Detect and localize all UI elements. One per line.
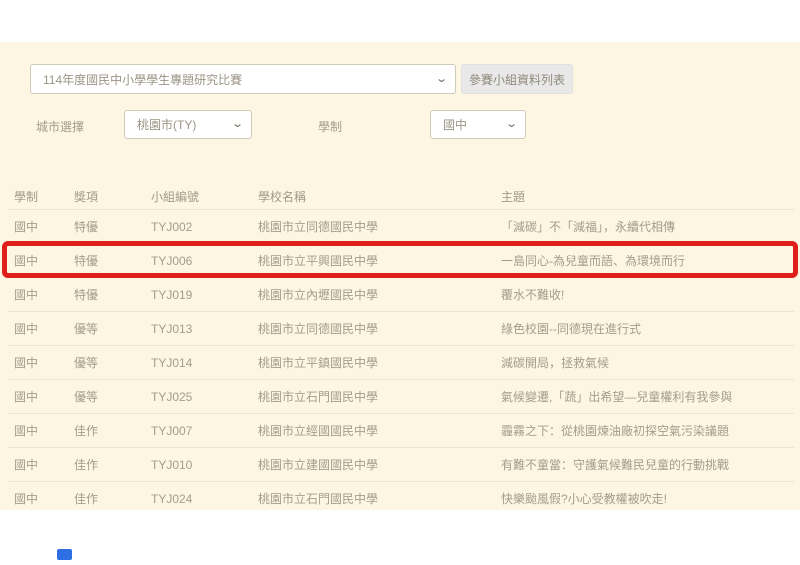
cell-award: 特優	[74, 286, 151, 303]
cell-topic: 減碳開局，拯救氣候	[501, 354, 794, 371]
cell-level: 國中	[8, 422, 74, 439]
column-header-school: 學校名稱	[258, 188, 501, 205]
group-data-list-button[interactable]: 參賽小組資料列表	[461, 64, 573, 94]
cell-level: 國中	[8, 490, 74, 507]
cell-level: 國中	[8, 286, 74, 303]
column-header-group-id: 小組編號	[151, 188, 258, 205]
cell-topic: 一島同心-為兒童而語、為環境而行	[501, 252, 794, 269]
cell-level: 國中	[8, 456, 74, 473]
table-row: 國中 優等 TYJ025 桃園市立石門國民中學 氣候變遷,「蔬」出希望—兒童權利…	[8, 379, 794, 413]
cell-group-id: TYJ002	[151, 220, 258, 234]
cell-group-id: TYJ013	[151, 322, 258, 336]
cell-topic: 霾霧之下：從桃園煉油廠初探空氣污染議題	[501, 422, 794, 439]
cell-school: 桃園市立平鎮國民中學	[258, 354, 501, 371]
level-select-value: 國中	[431, 116, 498, 133]
cell-group-id: TYJ019	[151, 288, 258, 302]
table-row: 國中 特優 TYJ002 桃園市立同德國民中學 「減碳」不「減福」，永續代相傳	[8, 209, 794, 243]
cell-award: 優等	[74, 320, 151, 337]
cell-level: 國中	[8, 320, 74, 337]
cell-topic: 「減碳」不「減福」，永續代相傳	[501, 218, 794, 235]
cell-level: 國中	[8, 388, 74, 405]
cell-award: 佳作	[74, 422, 151, 439]
cell-school: 桃園市立同德國民中學	[258, 218, 501, 235]
cell-topic: 有難不童當：守護氣候難民兒童的行動挑戰	[501, 456, 794, 473]
cell-award: 特優	[74, 252, 151, 269]
cell-award: 優等	[74, 388, 151, 405]
cell-group-id: TYJ010	[151, 458, 258, 472]
chevron-down-icon: ⌄	[218, 119, 256, 130]
city-select-label: 城市選擇	[36, 118, 84, 135]
chevron-down-icon: ⌄	[422, 74, 460, 85]
group-data-list-button-label: 參賽小組資料列表	[469, 71, 565, 88]
cell-school: 桃園市立建國國民中學	[258, 456, 501, 473]
cell-level: 國中	[8, 354, 74, 371]
cell-group-id: TYJ006	[151, 254, 258, 268]
table-header-row: 學制 獎項 小組編號 學校名稱 主題	[8, 183, 794, 209]
cell-school: 桃園市立平興國民中學	[258, 252, 501, 269]
table-row: 國中 優等 TYJ014 桃園市立平鎮國民中學 減碳開局，拯救氣候	[8, 345, 794, 379]
table-row: 國中 特優 TYJ019 桃園市立內壢國民中學 覆水不難收!	[8, 277, 794, 311]
table-row: 國中 優等 TYJ013 桃園市立同德國民中學 綠色校園--同德現在進行式	[8, 311, 794, 345]
competition-select[interactable]: 114年度國民中小學學生專題研究比賽 ⌄	[30, 64, 456, 94]
cell-group-id: TYJ024	[151, 492, 258, 506]
column-header-award: 獎項	[74, 188, 151, 205]
results-panel: 114年度國民中小學學生專題研究比賽 ⌄ 參賽小組資料列表 城市選擇 桃園市(T…	[0, 42, 800, 510]
cell-school: 桃園市立石門國民中學	[258, 490, 501, 507]
column-header-level: 學制	[8, 188, 74, 205]
cell-group-id: TYJ025	[151, 390, 258, 404]
chevron-down-icon: ⌄	[492, 119, 530, 130]
results-table: 學制 獎項 小組編號 學校名稱 主題 國中 特優 TYJ002 桃園市立同德國民…	[8, 183, 794, 515]
table-row: 國中 佳作 TYJ024 桃園市立石門國民中學 快樂颱風假?小心受教權被吹走!	[8, 481, 794, 515]
competition-select-value: 114年度國民中小學學生專題研究比賽	[31, 71, 428, 88]
cell-topic: 覆水不難收!	[501, 286, 794, 303]
cell-topic: 快樂颱風假?小心受教權被吹走!	[501, 490, 794, 507]
cell-topic: 氣候變遷,「蔬」出希望—兒童權利有我參與	[501, 388, 794, 405]
cell-school: 桃園市立內壢國民中學	[258, 286, 501, 303]
cell-topic: 綠色校園--同德現在進行式	[501, 320, 794, 337]
cell-level: 國中	[8, 218, 74, 235]
cell-award: 佳作	[74, 456, 151, 473]
cell-award: 優等	[74, 354, 151, 371]
cell-group-id: TYJ014	[151, 356, 258, 370]
level-select[interactable]: 國中 ⌄	[430, 110, 526, 139]
blue-corner-artifact	[57, 549, 72, 560]
cell-group-id: TYJ007	[151, 424, 258, 438]
cell-school: 桃園市立石門國民中學	[258, 388, 501, 405]
city-select[interactable]: 桃園市(TY) ⌄	[124, 110, 252, 139]
level-select-label: 學制	[318, 118, 342, 135]
cell-level: 國中	[8, 252, 74, 269]
table-row: 國中 佳作 TYJ010 桃園市立建國國民中學 有難不童當：守護氣候難民兒童的行…	[8, 447, 794, 481]
table-row: 國中 佳作 TYJ007 桃園市立經國國民中學 霾霧之下：從桃園煉油廠初探空氣污…	[8, 413, 794, 447]
cell-award: 特優	[74, 218, 151, 235]
cell-school: 桃園市立經國國民中學	[258, 422, 501, 439]
cell-school: 桃園市立同德國民中學	[258, 320, 501, 337]
column-header-topic: 主題	[501, 188, 794, 205]
table-row-highlighted: 國中 特優 TYJ006 桃園市立平興國民中學 一島同心-為兒童而語、為環境而行	[8, 243, 794, 277]
city-select-value: 桃園市(TY)	[125, 116, 224, 133]
cell-award: 佳作	[74, 490, 151, 507]
